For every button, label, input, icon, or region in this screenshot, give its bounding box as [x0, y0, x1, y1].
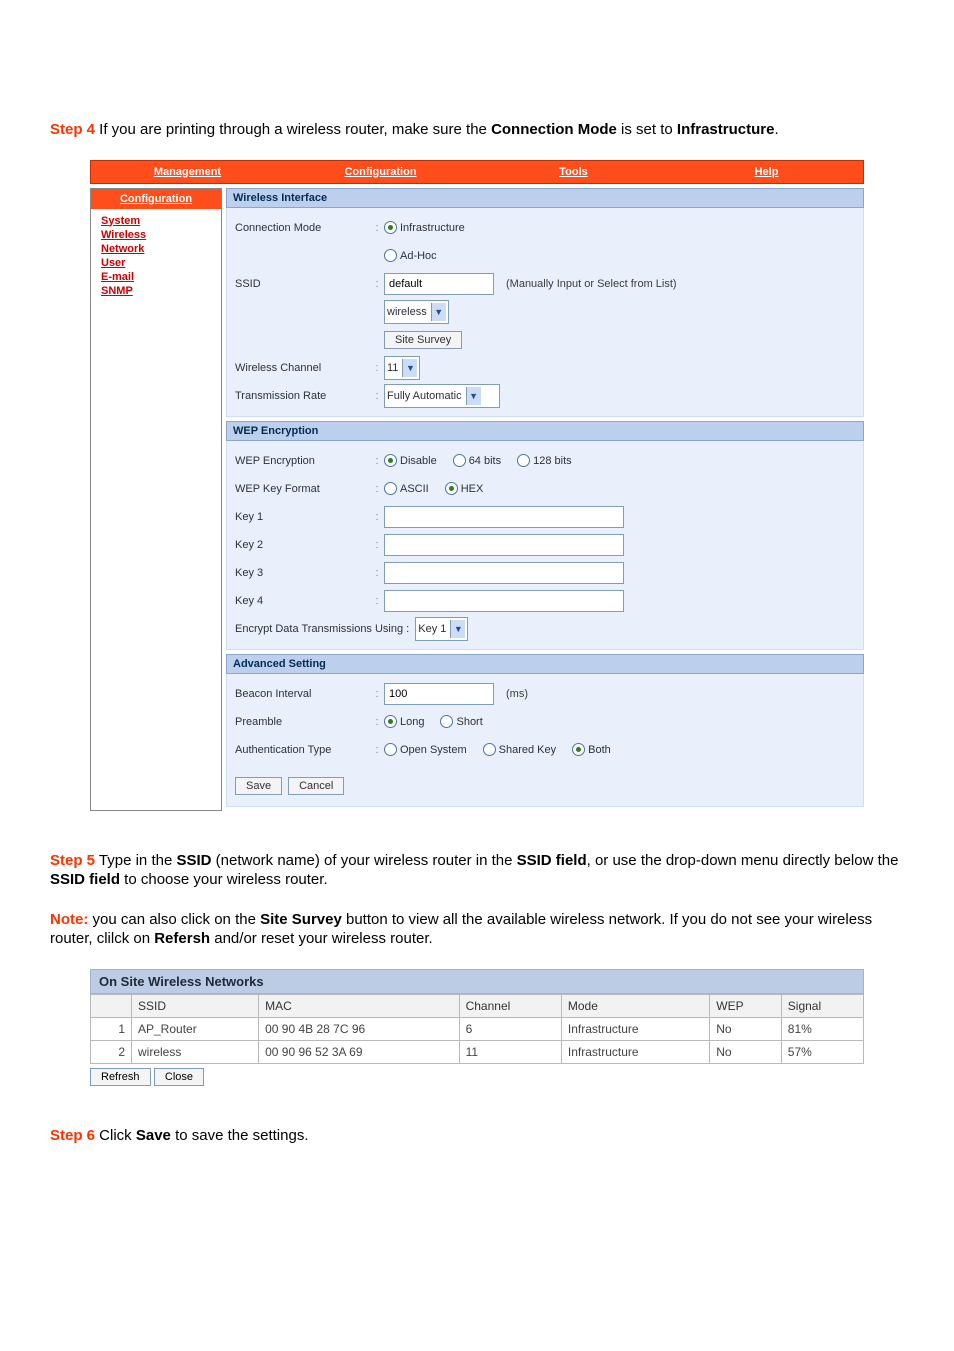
step5-paragraph: Step 5 Type in the SSID (network name) o… [50, 851, 904, 890]
step6-paragraph: Step 6 Click Save to save the settings. [50, 1126, 904, 1146]
site-survey-button[interactable]: Site Survey [384, 331, 462, 349]
step6-label: Step 6 [50, 1127, 95, 1144]
radio-dot-icon [384, 454, 397, 467]
sidebar-item-user[interactable]: User [101, 257, 211, 269]
tab-management[interactable]: Management [91, 166, 284, 178]
step4-paragraph: Step 4 If you are printing through a wir… [50, 120, 904, 140]
radio-dot-icon [440, 715, 453, 728]
label-beacon: Beacon Interval [235, 688, 370, 700]
radio-infrastructure[interactable]: Infrastructure [384, 221, 465, 234]
radio-dot-icon [572, 743, 585, 756]
radio-wep-64[interactable]: 64 bits [453, 454, 501, 467]
chevron-down-icon: ▼ [466, 387, 481, 405]
label-auth: Authentication Type [235, 744, 370, 756]
col-mac: MAC [259, 994, 459, 1017]
radio-ascii[interactable]: ASCII [384, 482, 429, 495]
rate-select[interactable]: Fully Automatic ▼ [384, 384, 500, 408]
label-connection-mode: Connection Mode [235, 222, 370, 234]
col-mode: Mode [561, 994, 709, 1017]
label-wep-encryption: WEP Encryption [235, 455, 370, 467]
label-rate: Transmission Rate [235, 390, 370, 402]
chevron-down-icon: ▼ [450, 620, 465, 638]
ssid-hint: (Manually Input or Select from List) [506, 278, 677, 290]
label-wep-keyformat: WEP Key Format [235, 483, 370, 495]
sidebar-title: Configuration [91, 189, 221, 209]
cancel-button[interactable]: Cancel [288, 777, 344, 795]
radio-dot-icon [483, 743, 496, 756]
config-screenshot: Management Configuration Tools Help Conf… [90, 160, 864, 811]
tab-help[interactable]: Help [670, 166, 863, 178]
table-header-row: SSID MAC Channel Mode WEP Signal [91, 994, 864, 1017]
radio-shared[interactable]: Shared Key [483, 743, 556, 756]
radio-long[interactable]: Long [384, 715, 424, 728]
sidebar-item-network[interactable]: Network [101, 243, 211, 255]
label-channel: Wireless Channel [235, 362, 370, 374]
radio-dot-icon [384, 715, 397, 728]
wep-header: WEP Encryption [226, 421, 864, 441]
table-row[interactable]: 1 AP_Router 00 90 4B 28 7C 96 6 Infrastr… [91, 1017, 864, 1040]
radio-dot-icon [445, 482, 458, 495]
table-row[interactable]: 2 wireless 00 90 96 52 3A 69 11 Infrastr… [91, 1040, 864, 1063]
col-signal: Signal [781, 994, 863, 1017]
beacon-input[interactable] [384, 683, 494, 705]
step5-label: Step 5 [50, 852, 95, 869]
step4-label: Step 4 [50, 121, 95, 138]
label-key2: Key 2 [235, 539, 370, 551]
refresh-button[interactable]: Refresh [90, 1068, 151, 1086]
top-tabs: Management Configuration Tools Help [90, 160, 864, 184]
radio-wep-disable[interactable]: Disable [384, 454, 437, 467]
sidebar-item-wireless[interactable]: Wireless [101, 229, 211, 241]
note-paragraph: Note: you can also click on the Site Sur… [50, 910, 904, 949]
key2-input[interactable] [384, 534, 624, 556]
radio-dot-icon [384, 221, 397, 234]
label-ssid: SSID [235, 278, 370, 290]
radio-dot-icon [384, 743, 397, 756]
radio-dot-icon [517, 454, 530, 467]
note-label: Note: [50, 911, 88, 928]
ssid-select[interactable]: wireless ▼ [384, 300, 449, 324]
label-key4: Key 4 [235, 595, 370, 607]
wireless-interface-header: Wireless Interface [226, 188, 864, 208]
radio-short[interactable]: Short [440, 715, 482, 728]
sidebar-item-snmp[interactable]: SNMP [101, 285, 211, 297]
key4-input[interactable] [384, 590, 624, 612]
beacon-unit: (ms) [506, 688, 528, 700]
chevron-down-icon: ▼ [402, 359, 417, 377]
close-button[interactable]: Close [154, 1068, 204, 1086]
col-n [91, 994, 132, 1017]
ssid-input[interactable] [384, 273, 494, 295]
radio-wep-128[interactable]: 128 bits [517, 454, 572, 467]
encrypt-using-select[interactable]: Key 1 ▼ [415, 617, 468, 641]
label-key3: Key 3 [235, 567, 370, 579]
col-wep: WEP [710, 994, 782, 1017]
radio-dot-icon [384, 249, 397, 262]
chevron-down-icon: ▼ [431, 303, 446, 321]
key1-input[interactable] [384, 506, 624, 528]
radio-open[interactable]: Open System [384, 743, 467, 756]
key3-input[interactable] [384, 562, 624, 584]
radio-dot-icon [453, 454, 466, 467]
survey-screenshot: On Site Wireless Networks SSID MAC Chann… [90, 969, 864, 1086]
advanced-header: Advanced Setting [226, 654, 864, 674]
radio-both[interactable]: Both [572, 743, 611, 756]
col-channel: Channel [459, 994, 561, 1017]
radio-hex[interactable]: HEX [445, 482, 484, 495]
tab-tools[interactable]: Tools [477, 166, 670, 178]
save-button[interactable]: Save [235, 777, 282, 795]
sidebar-item-email[interactable]: E-mail [101, 271, 211, 283]
channel-select[interactable]: 11 ▼ [384, 356, 420, 380]
label-key1: Key 1 [235, 511, 370, 523]
survey-title: On Site Wireless Networks [90, 969, 864, 994]
radio-dot-icon [384, 482, 397, 495]
tab-configuration[interactable]: Configuration [284, 166, 477, 178]
col-ssid: SSID [132, 994, 259, 1017]
radio-adhoc[interactable]: Ad-Hoc [384, 249, 437, 262]
survey-table: SSID MAC Channel Mode WEP Signal 1 AP_Ro… [90, 994, 864, 1064]
label-preamble: Preamble [235, 716, 370, 728]
sidebar-item-system[interactable]: System [101, 215, 211, 227]
sidebar: Configuration System Wireless Network Us… [90, 188, 222, 811]
label-encrypt-using: Encrypt Data Transmissions Using : [235, 623, 409, 635]
